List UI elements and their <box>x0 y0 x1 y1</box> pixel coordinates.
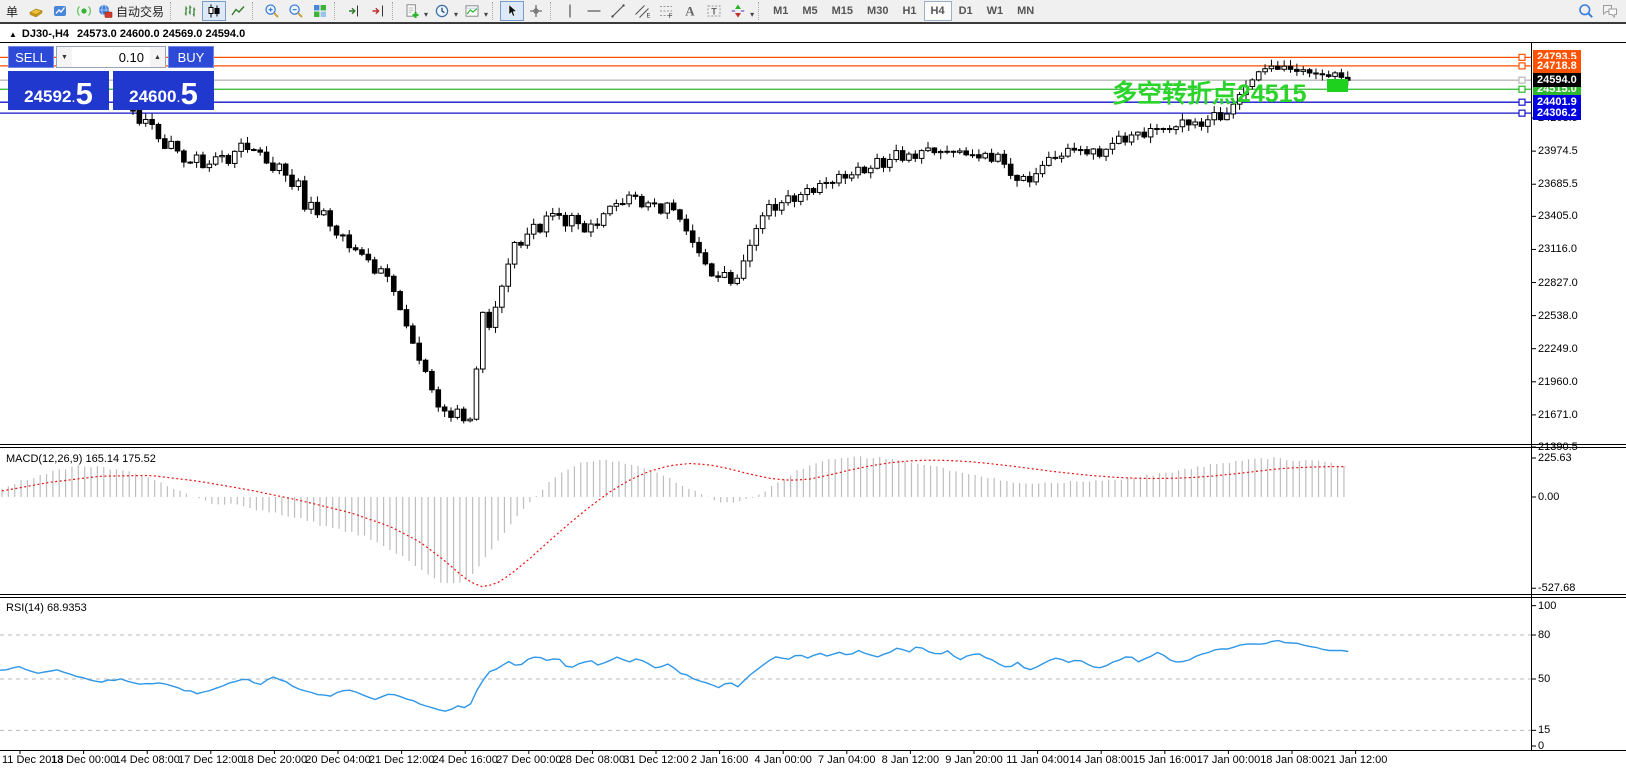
time-axis-label: 21 Dec 12:00 <box>369 754 434 766</box>
rsi-value: 68.9353 <box>47 602 87 614</box>
sell-price-display[interactable]: 24592.5 <box>8 71 109 110</box>
price-axis-tick: 22827.0 <box>1538 277 1578 289</box>
rsi-axis-tick: 100 <box>1538 600 1556 612</box>
volume-decrease-button[interactable]: ▼ <box>57 47 72 67</box>
sell-price-big-digit: 5 <box>76 81 93 107</box>
current-price-label: 24594.0 <box>1533 73 1581 87</box>
time-axis-label: 31 Dec 12:00 <box>623 754 688 766</box>
price-axis-tick: 23974.5 <box>1538 145 1578 157</box>
buy-price-display[interactable]: 24600.5 <box>113 71 214 110</box>
buy-button[interactable]: BUY <box>168 46 214 68</box>
time-axis-label: 18 Jan 08:00 <box>1260 754 1324 766</box>
macd-label: MACD(12,26,9) 165.14 175.52 <box>6 453 156 465</box>
price-axis-tick: 21671.0 <box>1538 409 1578 421</box>
level-price-label[interactable]: 24306.2 <box>1533 106 1581 120</box>
macd-axis-tick: -527.68 <box>1538 582 1575 594</box>
buy-price-int: 24600 <box>129 88 176 107</box>
rsi-axis-tick: 0 <box>1538 740 1544 752</box>
time-axis-label: 21 Jan 12:00 <box>1324 754 1388 766</box>
time-axis-label: 17 Jan 00:00 <box>1197 754 1261 766</box>
rsi-axis-tick: 50 <box>1538 673 1550 685</box>
level-price-label[interactable]: 24718.8 <box>1533 59 1581 73</box>
time-axis-label: 2 Jan 16:00 <box>691 754 749 766</box>
mt4-window: 单自动交易▾▾▾EFAT▾M1M5M15M30H1H4D1W1MN ▲ DJ30… <box>0 0 1626 774</box>
macd-axis-tick: 225.63 <box>1538 452 1572 464</box>
price-axis-tick: 21960.0 <box>1538 376 1578 388</box>
time-axis-label: 17 Dec 12:00 <box>178 754 243 766</box>
time-axis-label: 24 Dec 16:00 <box>432 754 497 766</box>
price-axis-tick: 23405.0 <box>1538 210 1578 222</box>
time-axis-label: 15 Jan 16:00 <box>1133 754 1197 766</box>
sell-button[interactable]: SELL <box>8 46 54 68</box>
rsi-label: RSI(14) 68.9353 <box>6 602 87 614</box>
green-rectangle-object[interactable] <box>1327 79 1348 92</box>
time-axis-label: 18 Dec 20:00 <box>242 754 307 766</box>
volume-increase-button[interactable]: ▲ <box>150 47 165 67</box>
rsi-axis-tick: 15 <box>1538 724 1550 736</box>
macd-values: 165.14 175.52 <box>85 453 155 465</box>
volume-input[interactable] <box>72 47 150 67</box>
time-axis-label: 14 Jan 08:00 <box>1069 754 1133 766</box>
price-axis-tick: 22249.0 <box>1538 343 1578 355</box>
sell-price-int: 24592 <box>24 88 71 107</box>
one-click-trading-panel: SELL ▼ ▲ BUY 24592.5 24600.5 <box>8 46 214 110</box>
time-axis-label: 11 Jan 04:00 <box>1006 754 1069 766</box>
price-axis-tick: 22538.0 <box>1538 310 1578 322</box>
time-axis-label: 14 Dec 08:00 <box>114 754 179 766</box>
chart-canvas[interactable] <box>0 0 1626 774</box>
time-axis-label: 8 Jan 12:00 <box>882 754 940 766</box>
buy-price-big-digit: 5 <box>181 81 198 107</box>
time-axis-label: 27 Dec 00:00 <box>496 754 561 766</box>
price-axis-tick: 23116.0 <box>1538 243 1577 255</box>
price-axis-tick: 23685.5 <box>1538 178 1578 190</box>
time-axis-label: 20 Dec 04:00 <box>305 754 370 766</box>
time-axis-label: 7 Jan 04:00 <box>818 754 876 766</box>
rsi-axis-tick: 80 <box>1538 629 1550 641</box>
time-axis-label: 9 Jan 20:00 <box>945 754 1003 766</box>
time-axis-label: 4 Jan 00:00 <box>754 754 812 766</box>
annotation-text[interactable]: 多空转折点24515 <box>1112 74 1307 110</box>
volume-control: ▼ ▲ <box>56 46 166 68</box>
macd-axis-tick: 0.00 <box>1538 491 1559 503</box>
time-axis-label: 28 Dec 08:00 <box>560 754 625 766</box>
time-axis-label: 13 Dec 00:00 <box>51 754 116 766</box>
